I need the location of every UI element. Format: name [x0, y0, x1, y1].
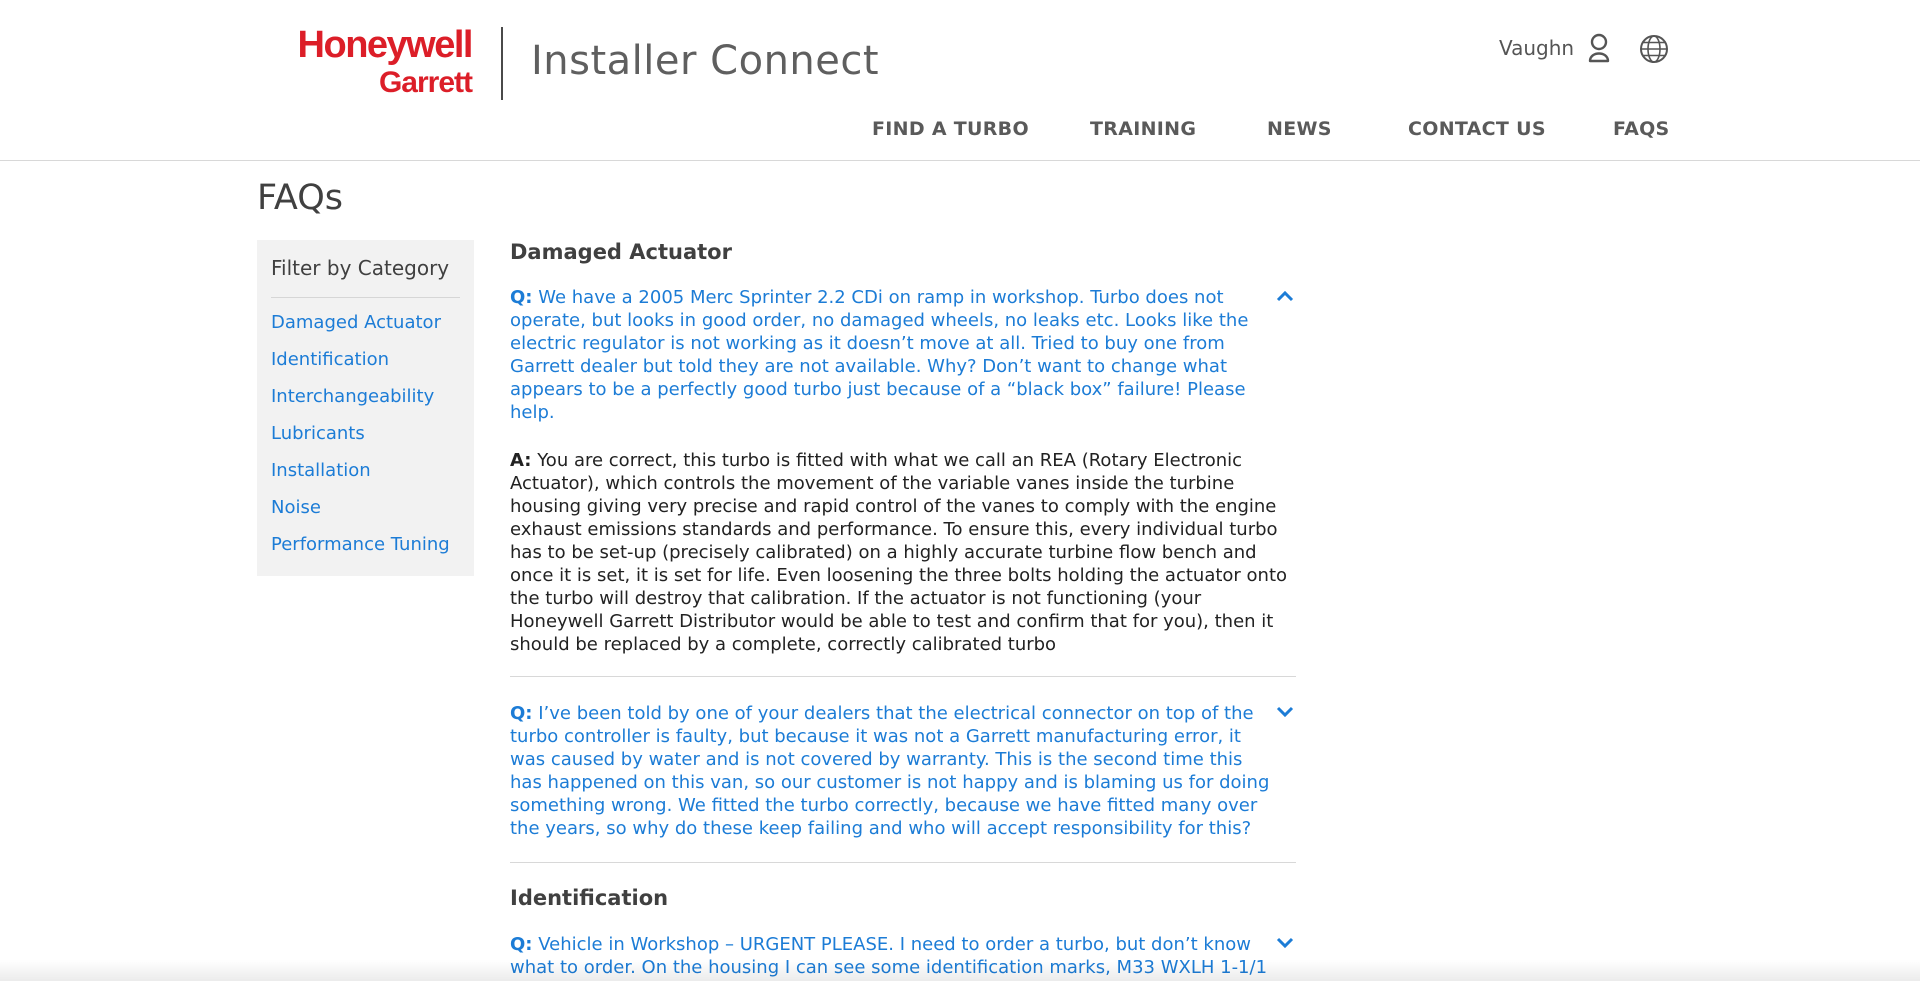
category-list: Damaged Actuator Identification Intercha…: [271, 312, 450, 571]
filter-divider: [271, 297, 460, 298]
category-damaged-actuator[interactable]: Damaged Actuator: [271, 312, 450, 349]
question-prefix: Q:: [510, 934, 533, 955]
category-noise[interactable]: Noise: [271, 497, 450, 534]
site-header: Honeywell Garrett Installer Connect Vaug…: [0, 0, 1920, 161]
viewport-bottom-shadow: [0, 960, 1920, 981]
logo-divider: [501, 27, 503, 100]
answer-text: You are correct, this turbo is fitted wi…: [510, 450, 1288, 655]
faq-answer: A: You are correct, this turbo is fitted…: [510, 449, 1290, 656]
honeywell-garrett-logo[interactable]: Honeywell Garrett: [257, 24, 474, 102]
logo-line-1: Honeywell: [297, 24, 474, 66]
app-title: Installer Connect: [531, 38, 880, 84]
category-filter: Filter by Category Damaged Actuator Iden…: [257, 240, 474, 576]
user-icon[interactable]: [1587, 33, 1611, 63]
chevron-up-icon[interactable]: [1276, 290, 1294, 302]
nav-find-a-turbo[interactable]: FIND A TURBO: [872, 118, 1029, 140]
faq-question[interactable]: Q: We have a 2005 Merc Sprinter 2.2 CDi …: [510, 286, 1270, 424]
question-text: We have a 2005 Merc Sprinter 2.2 CDi on …: [510, 287, 1249, 423]
chevron-down-icon[interactable]: [1276, 937, 1294, 949]
page-title: FAQs: [257, 178, 344, 218]
filter-heading: Filter by Category: [271, 256, 450, 280]
category-identification[interactable]: Identification: [271, 349, 450, 386]
category-lubricants[interactable]: Lubricants: [271, 423, 450, 460]
nav-training[interactable]: TRAINING: [1090, 118, 1196, 140]
faq-divider: [510, 676, 1296, 677]
nav-contact-us[interactable]: CONTACT US: [1408, 118, 1546, 140]
globe-icon[interactable]: [1639, 34, 1669, 64]
question-text: I’ve been told by one of your dealers th…: [510, 703, 1270, 839]
question-prefix: Q:: [510, 703, 533, 724]
answer-prefix: A:: [510, 450, 532, 471]
section-title: Identification: [510, 886, 669, 910]
user-name[interactable]: Vaughn: [1499, 36, 1574, 60]
category-installation[interactable]: Installation: [271, 460, 450, 497]
question-prefix: Q:: [510, 287, 533, 308]
faq-divider: [510, 862, 1296, 863]
category-performance-tuning[interactable]: Performance Tuning: [271, 534, 450, 571]
logo-line-2: Garrett: [378, 66, 473, 99]
nav-faqs[interactable]: FAQS: [1613, 118, 1670, 140]
section-title: Damaged Actuator: [510, 240, 732, 264]
nav-news[interactable]: NEWS: [1267, 118, 1332, 140]
faq-question[interactable]: Q: I’ve been told by one of your dealers…: [510, 702, 1270, 840]
category-interchangeability[interactable]: Interchangeability: [271, 386, 450, 423]
chevron-down-icon[interactable]: [1276, 706, 1294, 718]
